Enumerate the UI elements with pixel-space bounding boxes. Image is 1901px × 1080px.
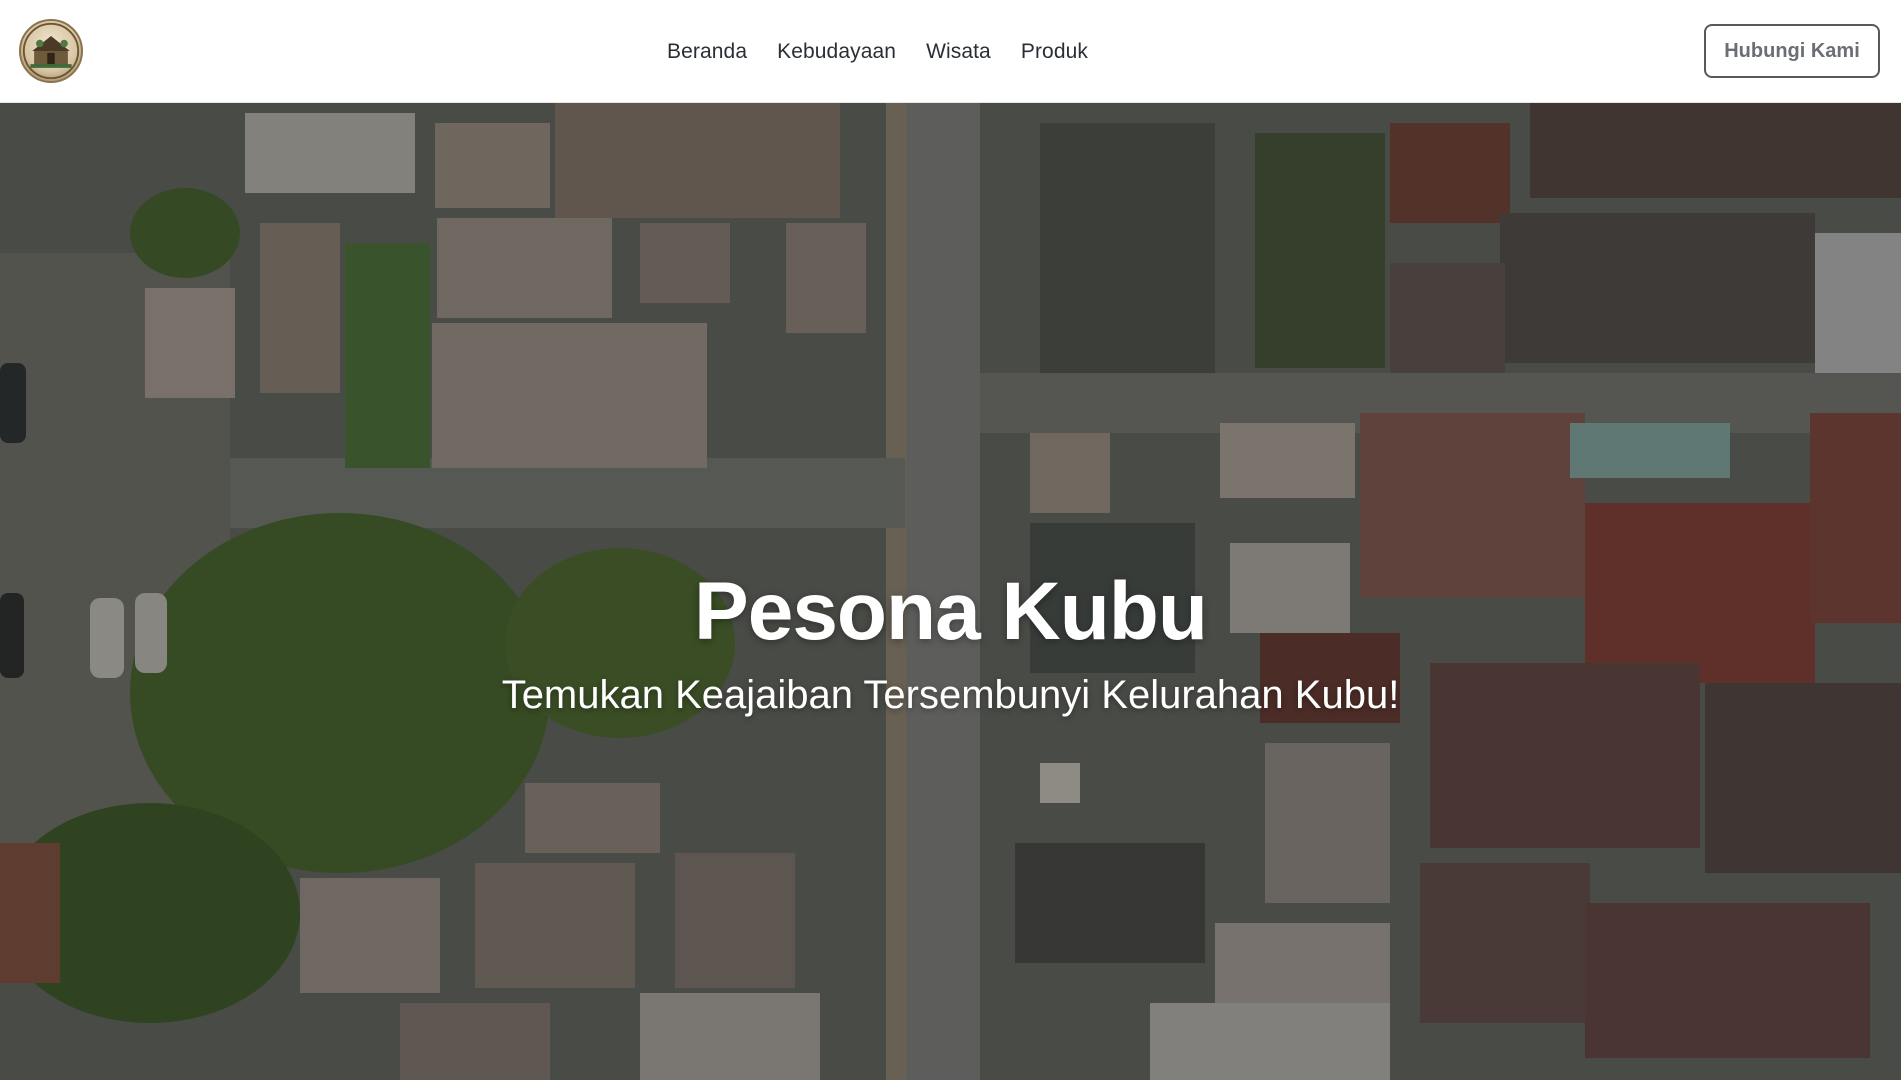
nav-link-kebudayaan[interactable]: Kebudayaan <box>777 40 896 64</box>
nav-link-beranda[interactable]: Beranda <box>667 40 747 64</box>
contact-us-button[interactable]: Hubungi Kami <box>1704 24 1880 78</box>
top-navbar: Beranda Kebudayaan Wisata Produk Hubungi… <box>0 0 1901 103</box>
hero-title: Pesona Kubu <box>694 566 1208 657</box>
hero-subtitle: Temukan Keajaiban Tersembunyi Kelurahan … <box>501 673 1400 717</box>
main-nav: Beranda Kebudayaan Wisata Produk <box>667 0 1088 103</box>
hero-section: Pesona Kubu Temukan Keajaiban Tersembuny… <box>0 103 1901 1080</box>
nav-link-produk[interactable]: Produk <box>1021 40 1088 64</box>
nav-link-wisata[interactable]: Wisata <box>926 40 991 64</box>
village-emblem-icon[interactable] <box>19 19 83 83</box>
